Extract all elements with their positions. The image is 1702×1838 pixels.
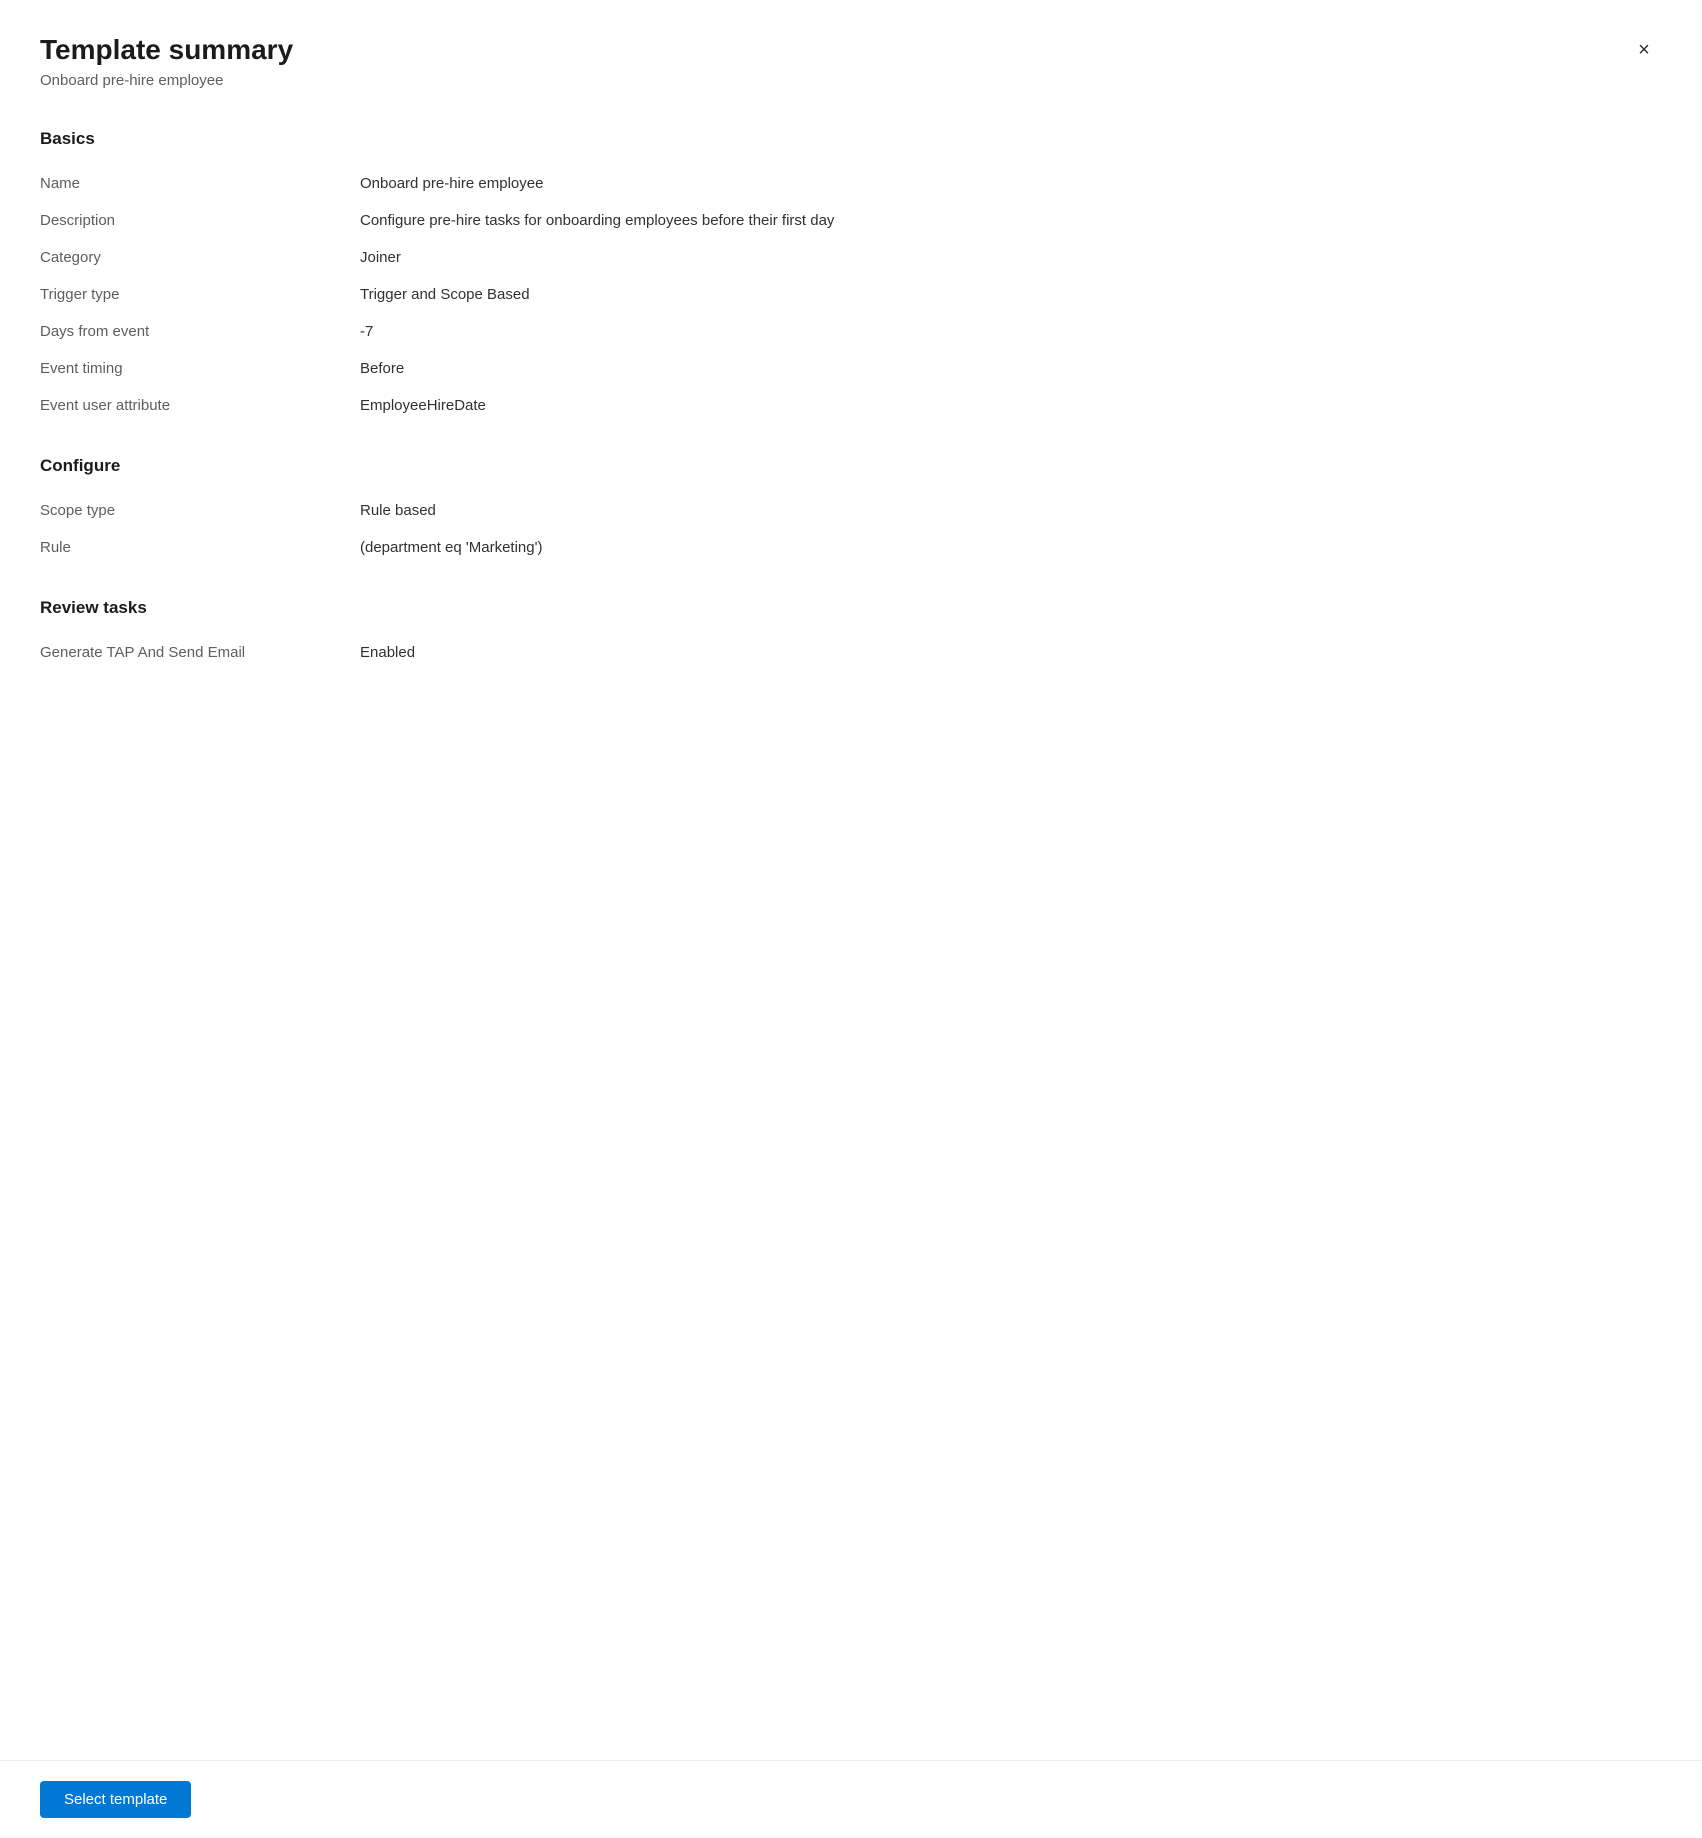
- field-value-scope-type: Rule based: [360, 502, 1662, 519]
- field-value-trigger-type: Trigger and Scope Based: [360, 286, 1662, 303]
- field-row-event-user-attribute: Event user attribute EmployeeHireDate: [40, 387, 1662, 424]
- configure-section-title: Configure: [40, 456, 1662, 476]
- panel-footer: Select template: [0, 1760, 1702, 1838]
- panel-subtitle: Onboard pre-hire employee: [40, 72, 1662, 89]
- field-row-name: Name Onboard pre-hire employee: [40, 165, 1662, 202]
- field-row-days-from-event: Days from event -7: [40, 313, 1662, 350]
- close-button[interactable]: ×: [1626, 32, 1662, 68]
- field-label-trigger-type: Trigger type: [40, 286, 360, 303]
- select-template-button[interactable]: Select template: [40, 1781, 191, 1818]
- field-row-category: Category Joiner: [40, 239, 1662, 276]
- field-value-event-timing: Before: [360, 360, 1662, 377]
- field-label-rule: Rule: [40, 539, 360, 556]
- basics-section-title: Basics: [40, 129, 1662, 149]
- field-row-generate-tap: Generate TAP And Send Email Enabled: [40, 634, 1662, 671]
- field-row-scope-type: Scope type Rule based: [40, 492, 1662, 529]
- close-icon: ×: [1638, 39, 1650, 62]
- panel-content: Basics Name Onboard pre-hire employee De…: [0, 105, 1702, 1760]
- field-label-category: Category: [40, 249, 360, 266]
- field-value-name: Onboard pre-hire employee: [360, 175, 1662, 192]
- field-label-generate-tap: Generate TAP And Send Email: [40, 644, 360, 661]
- field-row-description: Description Configure pre-hire tasks for…: [40, 202, 1662, 239]
- field-value-generate-tap: Enabled: [360, 644, 1662, 661]
- field-row-trigger-type: Trigger type Trigger and Scope Based: [40, 276, 1662, 313]
- field-row-rule: Rule (department eq 'Marketing'): [40, 529, 1662, 566]
- field-label-description: Description: [40, 212, 360, 229]
- field-value-rule: (department eq 'Marketing'): [360, 539, 1662, 556]
- field-label-event-timing: Event timing: [40, 360, 360, 377]
- field-row-event-timing: Event timing Before: [40, 350, 1662, 387]
- panel-title: Template summary: [40, 32, 1662, 68]
- field-value-description: Configure pre-hire tasks for onboarding …: [360, 212, 1662, 229]
- configure-section: Configure Scope type Rule based Rule (de…: [40, 456, 1662, 566]
- field-label-scope-type: Scope type: [40, 502, 360, 519]
- field-label-event-user-attribute: Event user attribute: [40, 397, 360, 414]
- template-summary-panel: Template summary Onboard pre-hire employ…: [0, 0, 1702, 1838]
- review-tasks-section-title: Review tasks: [40, 598, 1662, 618]
- panel-header: Template summary Onboard pre-hire employ…: [0, 0, 1702, 105]
- field-label-name: Name: [40, 175, 360, 192]
- review-tasks-section: Review tasks Generate TAP And Send Email…: [40, 598, 1662, 671]
- field-value-event-user-attribute: EmployeeHireDate: [360, 397, 1662, 414]
- basics-section: Basics Name Onboard pre-hire employee De…: [40, 129, 1662, 424]
- field-value-days-from-event: -7: [360, 323, 1662, 340]
- field-value-category: Joiner: [360, 249, 1662, 266]
- field-label-days-from-event: Days from event: [40, 323, 360, 340]
